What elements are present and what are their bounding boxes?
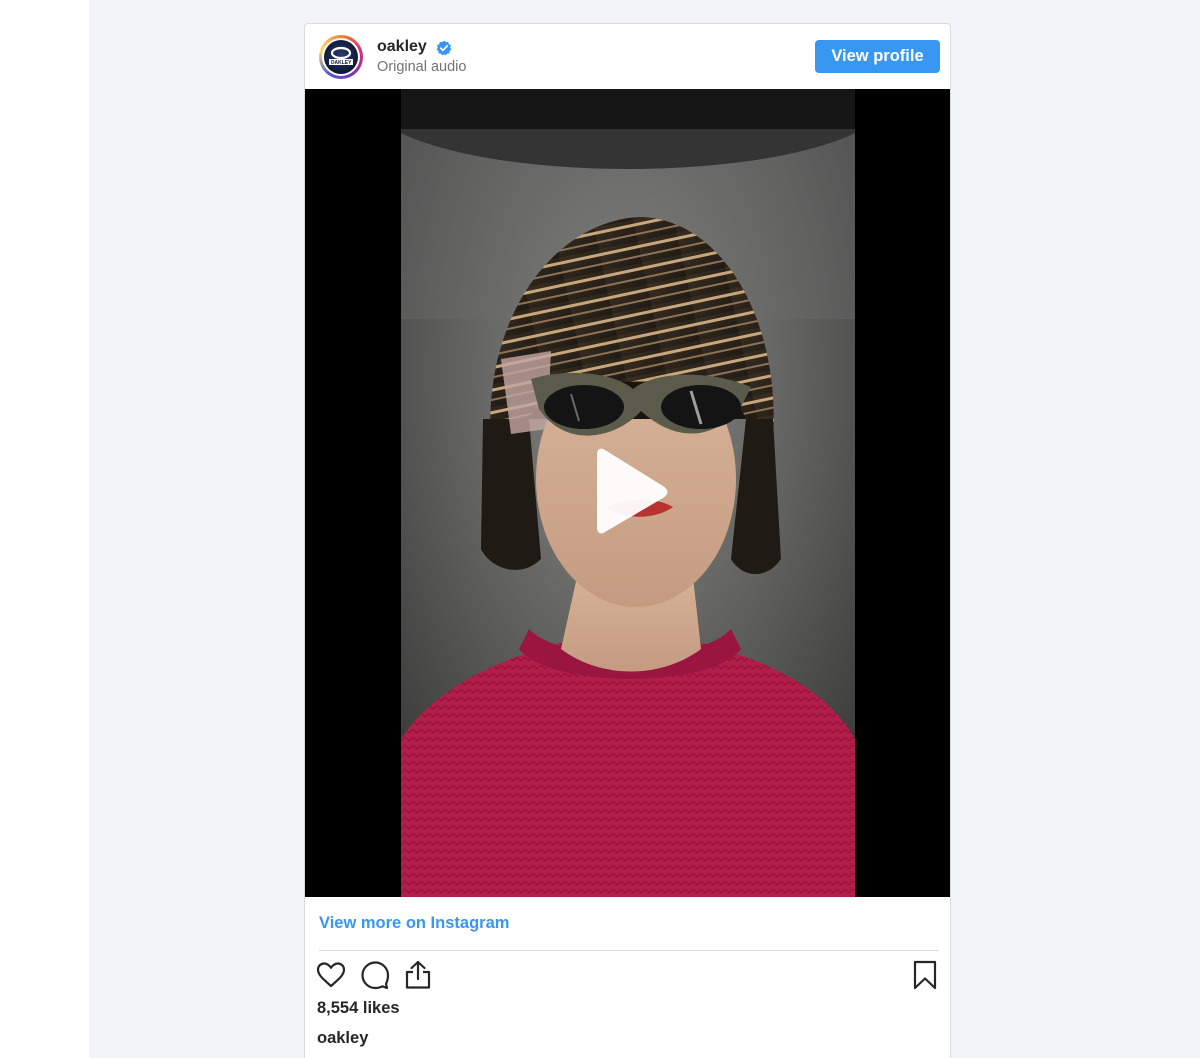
verified-badge-icon xyxy=(436,40,452,56)
avatar-logo-text: OAKLEY xyxy=(331,60,353,66)
video-media[interactable] xyxy=(305,89,950,897)
bookmark-icon[interactable] xyxy=(909,959,941,991)
avatar-frame: OAKLEY xyxy=(322,38,360,76)
share-icon[interactable] xyxy=(402,959,434,991)
heart-icon[interactable] xyxy=(315,959,347,991)
page: OAKLEY oakley Original audio View profil… xyxy=(0,0,1200,1058)
divider xyxy=(319,950,939,951)
avatar[interactable]: OAKLEY xyxy=(319,35,363,79)
left-gutter xyxy=(0,0,89,1058)
view-more-on-instagram-link[interactable]: View more on Instagram xyxy=(319,914,509,933)
original-audio-link[interactable]: Original audio xyxy=(377,59,466,75)
oakley-logo-icon: OAKLEY xyxy=(324,40,358,74)
username[interactable]: oakley xyxy=(377,38,427,56)
likes-count[interactable]: 8,554 likes xyxy=(317,999,400,1018)
play-icon[interactable] xyxy=(589,448,669,534)
caption-username[interactable]: oakley xyxy=(317,1029,368,1048)
view-profile-button[interactable]: View profile xyxy=(815,40,940,73)
post-header: OAKLEY oakley Original audio View profil… xyxy=(305,24,950,89)
comment-icon[interactable] xyxy=(359,959,391,991)
instagram-embed-card: OAKLEY oakley Original audio View profil… xyxy=(304,23,951,1058)
